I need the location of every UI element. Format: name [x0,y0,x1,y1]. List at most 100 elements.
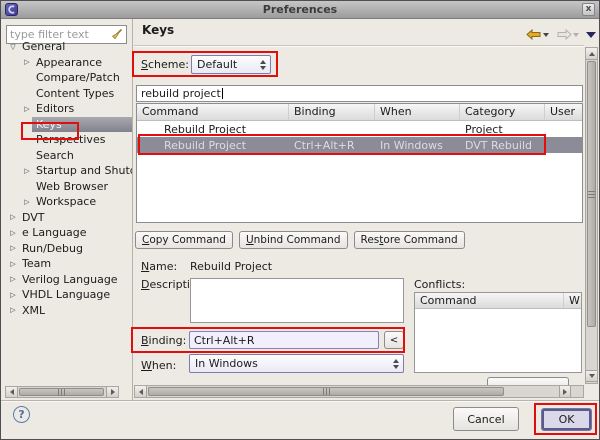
tree-item-xml[interactable]: ▷ XML [5,303,132,319]
restore-command-button[interactable]: Restore Command [353,231,465,249]
conflicts-label: Conflicts: [414,278,466,291]
expander-icon[interactable]: ▷ [21,105,33,113]
tree-item-content-types[interactable]: Content Types [5,86,132,102]
page-nav-buttons [526,29,596,40]
tree-item-vhdl-language[interactable]: ▷ VHDL Language [5,287,132,303]
column-header-command[interactable]: Command [137,104,289,120]
scrollbar-thumb[interactable] [19,388,104,396]
tree-item-label: XML [22,303,46,317]
unbind-command-button[interactable]: Unbind Command [238,231,348,249]
cell-when: In Windows [380,138,443,152]
tree-item-label: Web Browser [36,179,109,193]
column-header-category[interactable]: Category [460,104,545,120]
binding-input[interactable]: Ctrl+Alt+R [189,331,379,349]
tree-item-dvt[interactable]: ▷ DVT [5,210,132,226]
expander-icon[interactable]: ▷ [7,291,19,299]
scrollbar-thumb[interactable] [148,387,504,396]
cell-binding: Ctrl+Alt+R [294,138,355,152]
scroll-right-button[interactable] [106,387,118,397]
tree-item-compare-patch[interactable]: Compare/Patch [5,70,132,86]
help-icon: ? [18,408,25,421]
title-bar[interactable]: Preferences x [1,1,599,19]
search-input[interactable]: rebuild project [136,85,583,102]
footer-divider [1,400,599,402]
back-icon [526,29,541,40]
tree-item-e-language[interactable]: ▷ e Language [5,225,132,241]
arrow-right-icon [110,389,115,395]
scroll-left-button[interactable] [135,386,147,397]
arrow-up-icon [588,51,595,56]
tree-item-appearance[interactable]: ▷ Appearance [5,55,132,71]
expander-icon[interactable]: ▷ [7,213,19,221]
help-button[interactable]: ? [13,406,30,423]
scroll-right-button[interactable] [559,386,571,397]
tree-item-editors[interactable]: ▷ Editors [5,101,132,117]
tree-item-general[interactable]: ▽ General [5,39,132,55]
header-divider [134,45,584,47]
tree-item-label: Appearance [36,55,103,69]
table-row[interactable]: Rebuild Project Project [137,121,582,137]
conflicts-column-command[interactable]: Command [415,293,564,308]
tree-item-label: Content Types [36,86,115,100]
expander-icon[interactable]: ▷ [21,58,33,66]
cancel-button[interactable]: Cancel [453,407,519,431]
expander-icon[interactable]: ▷ [7,306,19,314]
column-header-when[interactable]: When [375,104,460,120]
scheme-value: Default [197,58,238,71]
tree-item-workspace[interactable]: ▷ Workspace [5,194,132,210]
expander-icon[interactable]: ▷ [21,167,33,175]
chevron-down-icon [543,32,549,37]
command-buttons: Copy Command Unbind Command Restore Comm… [135,231,465,249]
tree-item-web-browser[interactable]: Web Browser [5,179,132,195]
column-header-user[interactable]: User [545,104,582,120]
name-label: Name: [141,260,178,273]
expander-icon[interactable]: ▷ [7,275,19,283]
tree-item-run-debug[interactable]: ▷ Run/Debug [5,241,132,257]
table-row-selected[interactable]: Rebuild Project Ctrl+Alt+R In Windows DV… [137,137,582,153]
cell-command: Rebuild Project [164,122,247,136]
grip [588,193,595,195]
tree-item-label: Run/Debug [22,241,83,255]
bindings-table: Command Binding When Category User Rebui… [136,103,583,223]
column-header-binding[interactable]: Binding [289,104,375,120]
tree-item-label: Team [22,257,52,271]
expander-icon[interactable]: ▷ [7,260,19,268]
content-horizontal-scrollbar[interactable] [134,385,584,398]
when-select[interactable]: In Windows [189,354,404,373]
tree-item-label: VHDL Language [22,288,111,302]
tree-item-team[interactable]: ▷ Team [5,256,132,272]
expander-icon[interactable]: ▷ [21,198,33,206]
name-value: Rebuild Project [190,260,273,273]
tree-item-search[interactable]: Search [5,148,132,164]
tree-item-label: General [22,40,66,54]
tree-item-label: DVT [22,210,45,224]
tree-item-perspectives[interactable]: Perspectives [5,132,132,148]
scroll-left-button[interactable] [6,387,18,397]
scroll-down-button[interactable] [586,370,597,382]
conflicts-column-when[interactable]: W [564,293,581,308]
scheme-select[interactable]: Default [191,55,271,74]
tree-item-keys[interactable]: Keys [5,116,132,132]
tree-item-label: Startup and Shutdo [36,164,132,178]
copy-command-button[interactable]: Copy Command [135,231,233,249]
tree-item-label: Compare/Patch [36,71,120,85]
page-vertical-scrollbar[interactable] [585,47,598,384]
forward-button[interactable] [556,29,579,40]
ok-button[interactable]: OK [541,408,592,431]
back-button[interactable] [526,29,549,40]
sidebar-horizontal-scrollbar[interactable] [5,386,119,398]
scroll-up-button[interactable] [586,48,597,60]
tree-item-verilog-language[interactable]: ▷ Verilog Language [5,272,132,288]
binding-back-button[interactable]: < [384,331,404,349]
binding-label: Binding: [141,334,187,347]
expander-icon[interactable]: ▷ [7,244,19,252]
tree-item-startup-and-shutdown[interactable]: ▷Startup and Shutdo [5,163,132,179]
cell-category: DVT Rebuild [465,138,532,152]
back-arrow-glyph: < [389,334,399,346]
close-button[interactable]: x [582,3,595,16]
description-textarea[interactable] [190,278,404,323]
view-menu-button[interactable] [586,31,596,38]
expander-icon[interactable]: ▷ [7,229,19,237]
scrollbar-thumb[interactable] [587,61,596,327]
expander-icon[interactable]: ▽ [7,43,19,51]
